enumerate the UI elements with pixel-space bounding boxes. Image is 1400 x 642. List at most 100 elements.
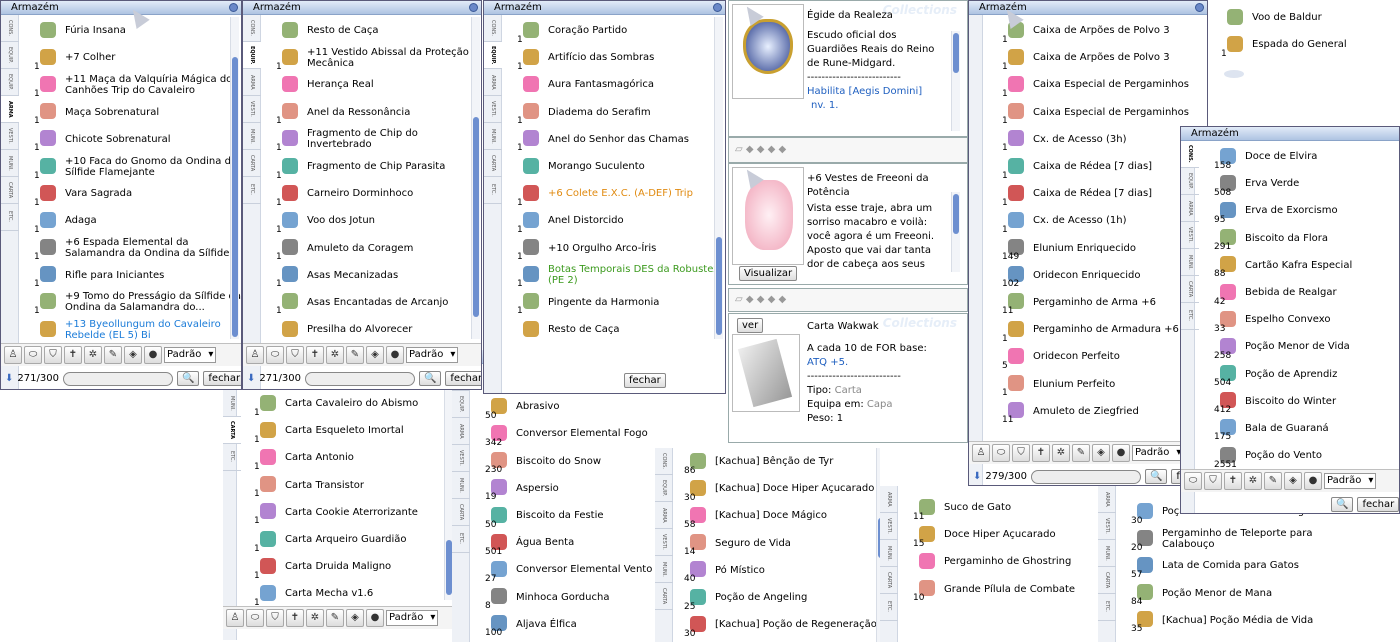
tab-carta[interactable]: CARTA — [484, 150, 502, 177]
list-item[interactable]: 33 Espelho Convexo — [1214, 306, 1352, 334]
tab-arma[interactable]: ARMA — [1098, 486, 1116, 513]
skill-link[interactable]: Habilita [Aegis Domini] — [807, 85, 934, 99]
list-item[interactable]: 1 Cx. de Acesso (3h) — [1002, 126, 1189, 153]
tab-muni[interactable]: MUNI. — [1181, 249, 1199, 276]
filter-icon[interactable]: ⬭ — [24, 346, 42, 364]
fechar-button[interactable]: fechar — [1357, 497, 1399, 512]
list-item[interactable]: 1 Caixa Especial de Pergaminhos — [1002, 99, 1189, 126]
filter-icon[interactable]: ◈ — [124, 346, 142, 364]
filter-icon[interactable]: ◈ — [1092, 444, 1110, 462]
close-icon[interactable] — [1195, 3, 1204, 12]
tab-etc[interactable]: ETC. — [223, 444, 241, 471]
tab-equip[interactable]: EQUIP. — [655, 475, 673, 502]
filter-icon[interactable]: ◈ — [346, 609, 364, 627]
list-item[interactable]: 11 Amuleto de Ziegfried — [1002, 398, 1189, 425]
list-item[interactable]: 1 +10 Faca do Gnomo da Ondina da Sílfide … — [34, 153, 241, 181]
list-item[interactable]: 11 Pergaminho de Arma +6 — [1002, 289, 1189, 316]
list-item[interactable]: 2551 Poção do Vento — [1214, 442, 1352, 470]
filter-icon[interactable]: ♙ — [972, 444, 990, 462]
filter-icon[interactable]: ✎ — [346, 346, 364, 364]
list-item[interactable]: 88 Cartão Kafra Especial — [1214, 252, 1352, 279]
filter-icon[interactable]: ✲ — [1244, 472, 1262, 490]
search-icon[interactable]: 🔍 — [418, 371, 442, 386]
filter-icon[interactable]: ⬭ — [246, 609, 264, 627]
tab-carta[interactable]: CARTA — [243, 150, 261, 177]
list-item[interactable]: Morango Suculento — [520, 153, 725, 180]
titlebar[interactable]: Armazém — [1, 1, 241, 15]
filter-icon[interactable]: ✲ — [84, 346, 102, 364]
list-item[interactable]: 1 Espada do General — [1221, 31, 1347, 59]
list-item[interactable]: 100 Aljava Élfica — [485, 611, 652, 638]
list-item[interactable]: 35 [Kachua] Poção Média de Vida — [1131, 607, 1330, 634]
search-icon[interactable]: 🔍 — [1331, 497, 1354, 512]
scrollbar[interactable] — [230, 17, 239, 339]
list-item[interactable]: 27 Conversor Elemental Vento — [485, 556, 652, 584]
close-icon[interactable] — [469, 3, 478, 12]
filter-icon[interactable]: ✎ — [1264, 472, 1282, 490]
list-item[interactable]: 1 Fragmento de Chip do Invertebrado — [276, 126, 481, 153]
filter-icon[interactable]: ◈ — [366, 346, 384, 364]
list-item[interactable]: 1 +6 Colete E.X.C. (A-DEF) Trip — [517, 180, 725, 208]
filter-icon[interactable]: ✎ — [1072, 444, 1090, 462]
list-item[interactable]: 30 [Kachua] Doce Hiper Açucarado — [684, 475, 877, 503]
list-item[interactable]: 1 Asas Mecanizadas — [276, 262, 481, 289]
filter-icon[interactable]: ✲ — [1052, 444, 1070, 462]
visualizar-button[interactable]: Visualizar — [739, 266, 798, 281]
filter-select[interactable]: Padrão — [1132, 445, 1185, 461]
filter-icon[interactable]: ✝ — [64, 346, 82, 364]
tab-arma[interactable]: ARMA — [1181, 195, 1199, 222]
list-item[interactable]: 230 Biscoito do Snow — [485, 448, 652, 475]
list-item[interactable]: 10 Grande Pílula de Combate — [913, 576, 1075, 603]
filter-icon[interactable]: ● — [144, 346, 162, 364]
fechar-button[interactable]: fechar — [624, 373, 666, 388]
tab-etc[interactable]: ETC. — [1181, 303, 1199, 330]
list-item[interactable]: 1 +11 Maça da Valquíria Mágica dos Canhõe… — [34, 71, 241, 99]
list-item[interactable]: 504 Poção de Aprendiz — [1214, 361, 1352, 388]
tab-cons[interactable]: CONS. — [1181, 141, 1199, 168]
list-item[interactable]: 1 Elunium Perfeito — [1002, 370, 1189, 398]
filter-icon[interactable]: ✝ — [1224, 472, 1242, 490]
tab-muni[interactable]: MUNI. — [223, 390, 241, 417]
tab-equip[interactable]: EQUIP. — [484, 42, 502, 69]
list-item[interactable]: 1 Carta Arqueiro Guardião — [254, 526, 418, 554]
tab-carta[interactable]: CARTA — [1, 177, 19, 204]
filter-icon[interactable]: ♙ — [4, 346, 22, 364]
list-item[interactable]: 1 Carta Mecha v1.6 — [254, 580, 418, 608]
titlebar[interactable]: Armazém — [243, 1, 481, 15]
list-item[interactable]: 1 Chicote Sobrenatural — [34, 126, 241, 153]
titlebar[interactable]: Armazém — [484, 1, 725, 15]
list-item[interactable]: 1 Carta Cavaleiro do Abismo — [254, 390, 418, 418]
filter-select[interactable]: Padrão — [164, 347, 217, 363]
filter-select[interactable]: Padrão — [406, 347, 459, 363]
search-input[interactable] — [62, 371, 173, 386]
list-item[interactable]: 1 Asas Encantadas de Arcanjo — [276, 289, 481, 316]
scrollbar[interactable] — [951, 192, 960, 272]
list-item[interactable]: 508 Erva Verde — [1214, 170, 1352, 198]
list-item[interactable]: 1 Cx. de Acesso (1h) — [1002, 207, 1189, 235]
search-input[interactable] — [1030, 469, 1141, 484]
list-item[interactable]: Presilha do Alvorecer — [279, 316, 481, 343]
tab-equip[interactable]: EQUIP. — [1, 42, 19, 69]
list-item[interactable]: 86 [Kachua] Bênção de Tyr — [684, 448, 877, 476]
list-item[interactable]: 5 Oridecon Perfeito — [1002, 343, 1189, 371]
tab-equip[interactable]: EQUIP. — [1181, 168, 1199, 195]
list-item[interactable]: 149 Elunium Enriquecido — [1002, 235, 1189, 262]
list-item[interactable]: 1 +7 Colher — [34, 44, 241, 72]
filter-select[interactable]: Padrão — [386, 610, 439, 626]
list-item[interactable]: +13 Byeollungum do Cavaleiro Rebelde (EL… — [37, 316, 241, 343]
tab-carta[interactable]: CARTA — [223, 417, 241, 444]
filter-icon[interactable]: ⛉ — [266, 609, 284, 627]
tab-cons[interactable]: CONS. — [484, 15, 502, 42]
tab-carta[interactable]: CARTA — [452, 499, 470, 526]
tab-arma[interactable]: EQUIP. — [1, 69, 19, 96]
list-item[interactable]: 1 Caixa de Arpões de Polvo 3 — [1002, 44, 1189, 72]
close-icon[interactable] — [229, 3, 238, 12]
tab-etc[interactable]: ETC. — [1098, 594, 1116, 621]
tab-arma[interactable]: ARMA — [655, 502, 673, 529]
list-item[interactable]: 1 +9 Tomo do Presságio da Sílfide da Ondi… — [34, 289, 241, 316]
tab-vesti[interactable]: VESTI. — [880, 513, 898, 540]
list-item[interactable]: 1 Diadema do Serafim — [517, 99, 725, 126]
tab-muni[interactable]: MUNI. — [243, 123, 261, 150]
tab-vesti[interactable]: VESTI. — [1098, 513, 1116, 540]
list-item[interactable]: 501 Água Benta — [485, 529, 652, 557]
